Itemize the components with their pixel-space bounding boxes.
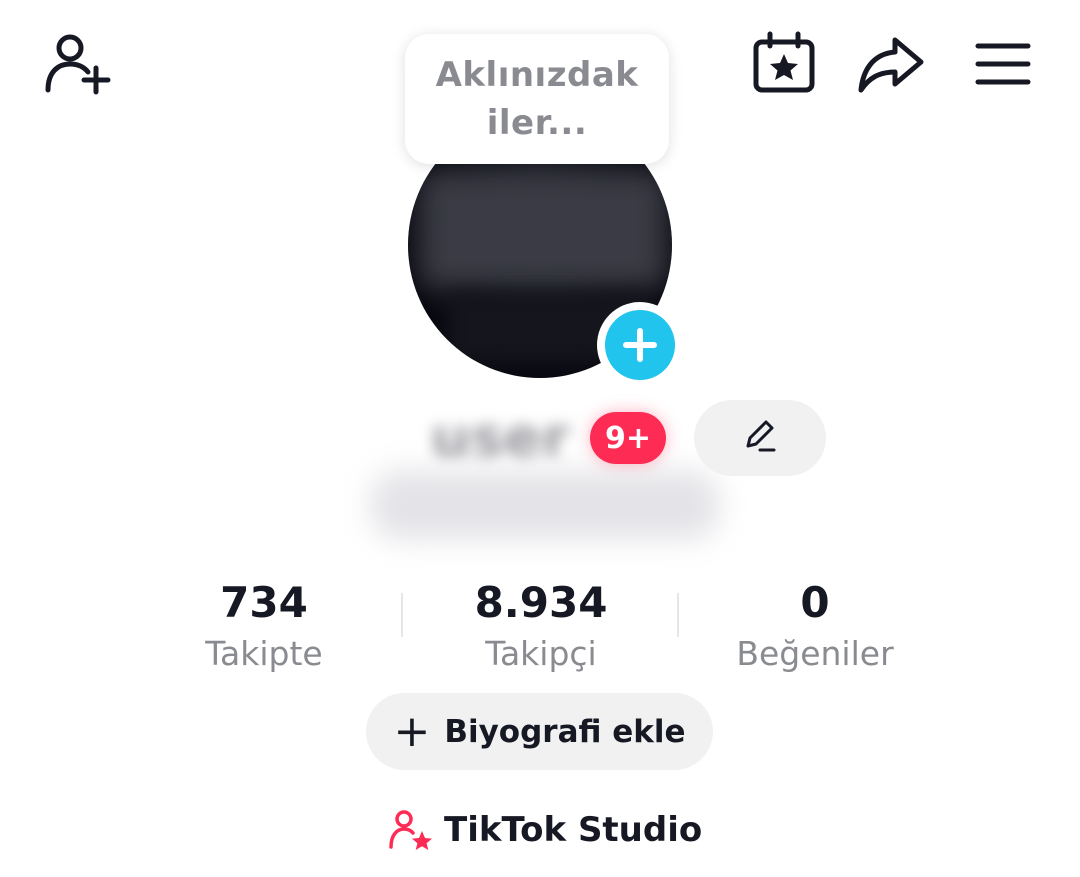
- share-icon[interactable]: [855, 30, 927, 96]
- likes-count: 0: [800, 578, 830, 627]
- avatar-blurred-content: [418, 170, 668, 290]
- note-bubble[interactable]: Aklınızdakiler...: [405, 34, 669, 164]
- following-label: Takipte: [205, 634, 323, 673]
- add-friend-icon[interactable]: [40, 30, 112, 96]
- note-text: Aklınızdakiler...: [435, 55, 639, 143]
- plus-icon: +: [393, 705, 431, 757]
- tiktok-studio-label: TikTok Studio: [444, 810, 703, 850]
- likes-label: Beğeniler: [736, 634, 894, 673]
- user-handle-obscured: [370, 470, 720, 540]
- tiktok-studio-link[interactable]: TikTok Studio: [388, 805, 702, 855]
- pencil-icon: [740, 416, 780, 460]
- stat-divider: [401, 593, 403, 637]
- stat-followers[interactable]: 8.934 Takipçi: [421, 578, 661, 676]
- add-bio-button[interactable]: + Biyografi ekle: [366, 693, 713, 770]
- stat-divider: [677, 593, 679, 637]
- username: user: [430, 405, 570, 471]
- plus-icon: [605, 310, 675, 380]
- avatar-add-button[interactable]: [597, 302, 683, 388]
- followers-count: 8.934: [474, 578, 608, 627]
- calendar-star-icon[interactable]: [748, 30, 818, 96]
- add-bio-label: Biyografi ekle: [444, 713, 686, 750]
- person-star-icon: [388, 807, 434, 853]
- menu-icon[interactable]: [970, 34, 1036, 94]
- followers-label: Takipçi: [485, 634, 597, 673]
- stat-following[interactable]: 734 Takipte: [144, 578, 384, 676]
- following-count: 734: [220, 578, 308, 627]
- edit-profile-button[interactable]: [694, 400, 826, 476]
- stat-likes[interactable]: 0 Beğeniler: [695, 578, 935, 676]
- notification-badge[interactable]: 9+: [590, 412, 666, 464]
